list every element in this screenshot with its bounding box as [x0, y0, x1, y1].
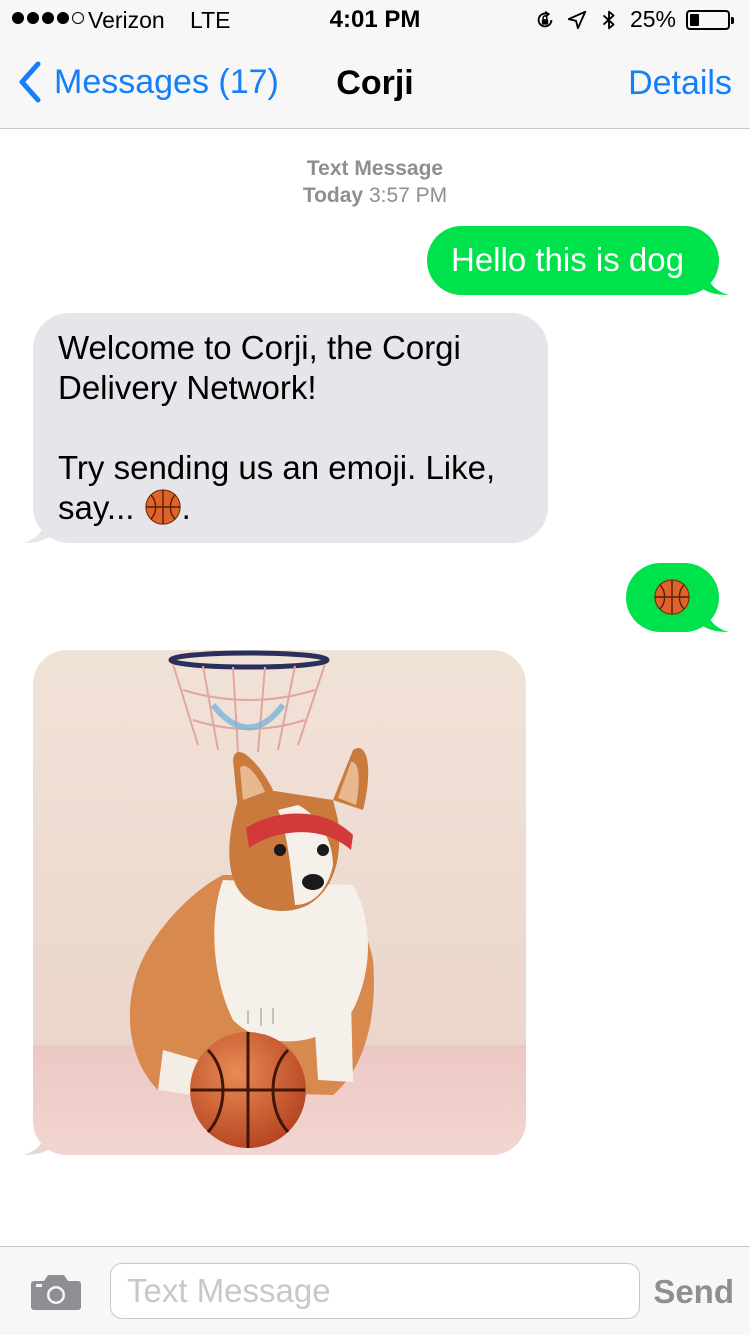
message-body: Welcome to Corji, the Corgi Delivery Net… [58, 329, 496, 526]
incoming-message-bubble[interactable]: Welcome to Corji, the Corgi Delivery Net… [23, 313, 548, 543]
chevron-left-icon [19, 61, 41, 103]
message-text-field[interactable] [110, 1263, 640, 1319]
status-icons: 25% [534, 6, 734, 33]
bubble-tail [703, 261, 729, 295]
battery-icon [686, 9, 734, 30]
message-input-bar: Send [0, 1246, 750, 1335]
basketball-icon [144, 489, 181, 525]
battery-percent: 25% [629, 6, 676, 32]
timestamp-time: 3:57 PM [368, 184, 448, 207]
basketball-icon [654, 579, 690, 615]
battery-level [690, 13, 699, 26]
bubble-tail [703, 598, 729, 632]
corgi-photo-frame [33, 650, 526, 1155]
bubble-tail [23, 509, 49, 543]
outgoing-emoji-bubble[interactable] [626, 563, 729, 632]
message-timestamp: Text Message Today 3:57 PM [0, 155, 750, 209]
status-bar: Verizon LTE 4:01 PM 25% [0, 0, 750, 40]
corgi-with-basketball-photo [33, 650, 526, 1155]
timestamp-day: Today [302, 184, 364, 207]
back-button-label: Messages (17) [54, 62, 279, 101]
location-icon [567, 10, 587, 29]
outgoing-message-bubble[interactable]: Hello this is dog [427, 226, 729, 295]
camera-icon[interactable] [30, 1273, 82, 1311]
message-text: Welcome to Corji, the Corgi Delivery Net… [58, 328, 495, 528]
timestamp-label: Text Message [306, 157, 444, 180]
message-suffix: . [181, 489, 191, 526]
incoming-image-message[interactable] [23, 650, 526, 1155]
bluetooth-icon [602, 10, 615, 29]
navigation-bar: Messages (17) Corji Details [0, 40, 750, 129]
orientation-lock-icon [537, 10, 553, 27]
back-button[interactable]: Messages (17) [16, 60, 279, 104]
send-button[interactable]: Send [653, 1273, 734, 1311]
details-button[interactable]: Details [628, 64, 732, 103]
message-text: Hello this is dog [451, 241, 684, 278]
